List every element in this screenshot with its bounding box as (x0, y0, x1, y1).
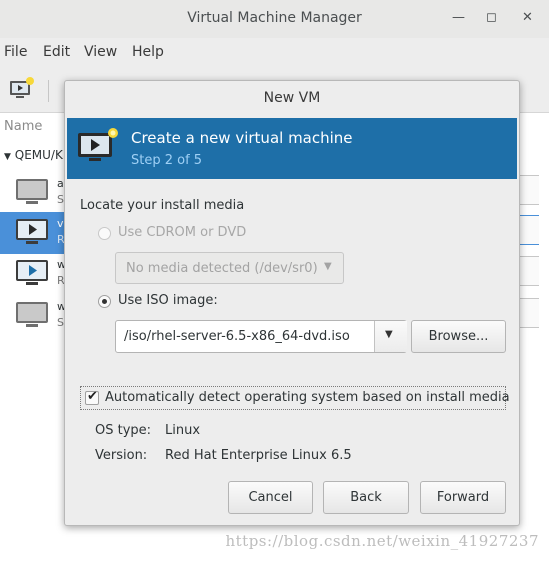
monitor-off-icon (16, 302, 48, 327)
auto-detect-label: Automatically detect operating system ba… (105, 390, 510, 405)
cancel-button[interactable]: Cancel (228, 481, 313, 514)
chevron-down-icon: ▼ (324, 261, 332, 272)
vm-row[interactable]: w S (0, 296, 70, 338)
expander-icon: ▼ (4, 152, 11, 162)
version-label: Version: (95, 448, 148, 463)
column-header-name[interactable]: Name (4, 119, 42, 134)
connection-label: QEMU/K (14, 148, 63, 162)
menubar (0, 38, 549, 68)
locate-media-label: Locate your install media (80, 198, 245, 213)
iso-radio-label: Use ISO image: (118, 293, 218, 308)
wizard-banner: Create a new virtual machine Step 2 of 5 (67, 118, 517, 179)
monitor-running-icon (16, 219, 48, 244)
iso-path-combo[interactable]: /iso/rhel-server-6.5-x86_64-dvd.iso ▼ (115, 320, 407, 353)
os-type-value: Linux (165, 423, 201, 438)
media-select-value: No media detected (/dev/sr0) (126, 261, 318, 276)
new-vm-icon (10, 77, 34, 98)
iso-dropdown-button[interactable]: ▼ (374, 321, 407, 352)
browse-button[interactable]: Browse... (411, 320, 506, 353)
monitor-running-icon (16, 260, 48, 285)
new-vm-icon (78, 128, 118, 161)
monitor-off-icon (16, 179, 48, 204)
maximize-button[interactable]: ◻ (486, 10, 497, 25)
new-vm-button[interactable] (8, 75, 36, 103)
back-button[interactable]: Back (323, 481, 409, 514)
vm-row[interactable]: a S (0, 173, 70, 215)
media-select[interactable]: No media detected (/dev/sr0) ▼ (115, 252, 344, 284)
cdrom-radio-label: Use CDROM or DVD (118, 225, 247, 240)
close-button[interactable]: ✕ (522, 10, 533, 25)
iso-radio[interactable] (98, 295, 111, 308)
window-title: Virtual Machine Manager (187, 10, 362, 26)
usage-graph (518, 298, 539, 328)
usage-graph (518, 215, 539, 245)
usage-graph (518, 256, 539, 286)
usage-graph (518, 175, 539, 205)
minimize-button[interactable]: — (452, 10, 465, 25)
menu-help[interactable]: Help (132, 44, 164, 60)
menu-edit[interactable]: Edit (43, 44, 70, 60)
vm-name: v (57, 217, 64, 230)
chevron-down-icon: ▼ (385, 329, 393, 340)
vm-status: S (57, 193, 64, 206)
version-value: Red Hat Enterprise Linux 6.5 (165, 448, 352, 463)
watermark: https://blog.csdn.net/weixin_41927237 (225, 532, 539, 550)
vm-status: S (57, 316, 64, 329)
step-indicator: Step 2 of 5 (131, 153, 203, 168)
cdrom-radio[interactable] (98, 227, 111, 240)
vm-name: a (57, 177, 64, 190)
vm-row-selected[interactable]: v R (0, 213, 70, 255)
forward-button[interactable]: Forward (420, 481, 506, 514)
menu-file[interactable]: File (4, 44, 27, 60)
dialog-title: New VM (263, 90, 321, 106)
banner-heading: Create a new virtual machine (131, 129, 353, 147)
toolbar-separator (48, 80, 49, 102)
connection-row[interactable]: ▼ QEMU/K (4, 148, 63, 162)
os-type-label: OS type: (95, 423, 152, 438)
auto-detect-checkbox-row[interactable]: ✔ Automatically detect operating system … (80, 386, 510, 410)
vm-row[interactable]: w R (0, 254, 70, 296)
iso-path-input[interactable]: /iso/rhel-server-6.5-x86_64-dvd.iso (124, 329, 350, 344)
checkmark-icon: ✔ (87, 389, 98, 404)
new-vm-dialog: New VM Create a new virtual machine Step… (64, 80, 520, 526)
menu-view[interactable]: View (84, 44, 117, 60)
auto-detect-checkbox[interactable]: ✔ (85, 389, 99, 405)
